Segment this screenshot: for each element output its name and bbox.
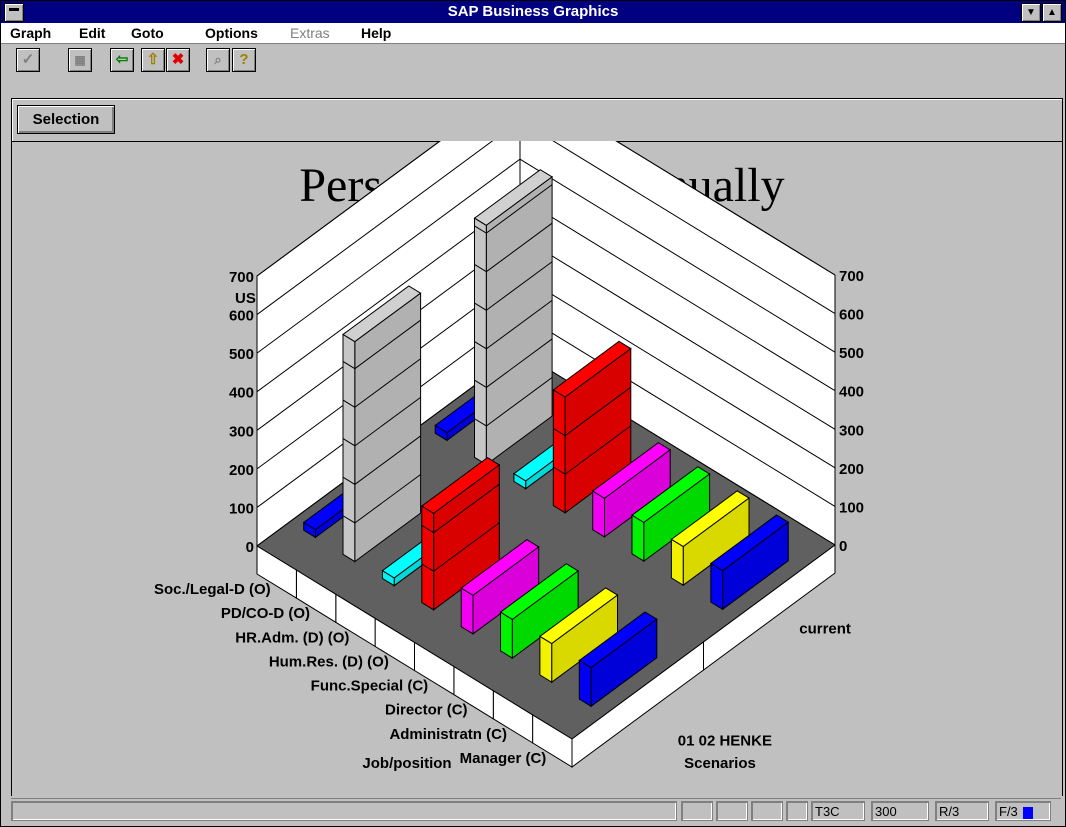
z-tick-label: 200 bbox=[229, 462, 254, 479]
bar-face-front bbox=[710, 562, 724, 611]
menu-extras[interactable]: Extras bbox=[290, 25, 330, 41]
status-field-1 bbox=[681, 801, 713, 821]
chart-svg: Personnel costs Annually USD (Thousands)… bbox=[154, 81, 864, 772]
menu-bar: Graph Edit Goto Options Extras Help bbox=[1, 23, 1065, 44]
z-tick-label: 100 bbox=[229, 500, 254, 517]
status-indicator-icon bbox=[1023, 806, 1034, 819]
help-icon[interactable]: ? bbox=[232, 48, 256, 72]
selection-button[interactable]: Selection bbox=[17, 105, 115, 134]
bar-face-front bbox=[342, 333, 356, 563]
z-tick-label: 0 bbox=[839, 538, 847, 555]
title-bar: ▬ SAP Business Graphics ▼ ▲ bbox=[1, 1, 1065, 23]
bar-face-front bbox=[552, 389, 566, 514]
back-arrow-icon[interactable]: ⇦ bbox=[110, 48, 134, 72]
bar-face-front bbox=[421, 505, 435, 611]
find-icon[interactable]: ⌕ bbox=[206, 48, 230, 72]
chart-area: Personnel costs Annually USD (Thousands)… bbox=[11, 81, 1063, 796]
z-tick-label: 700 bbox=[839, 268, 864, 285]
status-field-4 bbox=[786, 801, 808, 821]
category-label: Soc./Legal-D (O) bbox=[154, 581, 271, 598]
minimize-button[interactable]: ▼ bbox=[1021, 3, 1041, 22]
category-label: Manager (C) bbox=[460, 750, 547, 767]
bar-face-front bbox=[592, 490, 605, 538]
z-tick-label: 500 bbox=[229, 346, 254, 363]
app-window: ▬ SAP Business Graphics ▼ ▲ Graph Edit G… bbox=[0, 0, 1066, 827]
status-system: R/3 bbox=[935, 801, 989, 821]
cancel-icon[interactable]: ✖ bbox=[166, 48, 190, 72]
category-label: HR.Adm. (D) (O) bbox=[235, 629, 349, 646]
scenario-label: 01 02 HENKE bbox=[678, 733, 772, 750]
z-tick-label: 400 bbox=[229, 385, 254, 402]
status-field-3 bbox=[751, 801, 783, 821]
z-tick-label: 300 bbox=[229, 423, 254, 440]
check-icon[interactable]: ✓ bbox=[16, 48, 40, 72]
bar-6-1 bbox=[473, 169, 553, 466]
save-icon[interactable]: ▦ bbox=[68, 48, 92, 72]
z-tick-label: 100 bbox=[839, 499, 864, 516]
category-label: PD/CO-D (O) bbox=[221, 605, 310, 622]
bar-face-front bbox=[578, 659, 592, 708]
bar-face-front bbox=[670, 538, 684, 587]
z-tick-label: 700 bbox=[229, 269, 254, 286]
bar-face-front bbox=[539, 635, 553, 684]
category-label: Administratn (C) bbox=[389, 726, 507, 743]
window-title: SAP Business Graphics bbox=[447, 3, 619, 20]
y-axis-label: Scenarios bbox=[684, 755, 756, 772]
maximize-button[interactable]: ▲ bbox=[1042, 3, 1062, 22]
bar-face-right bbox=[485, 175, 553, 466]
category-label: Hum.Res. (D) (O) bbox=[269, 653, 389, 670]
application-toolbar: Selection bbox=[11, 98, 1063, 142]
menu-help[interactable]: Help bbox=[361, 25, 391, 41]
bar-face-front bbox=[474, 217, 487, 466]
bar-6-0 bbox=[342, 285, 422, 563]
bar-face-front bbox=[631, 514, 645, 562]
bar-face-front bbox=[460, 587, 474, 635]
bar-face-front bbox=[500, 611, 513, 659]
x-axis-label: Job/position bbox=[362, 755, 451, 772]
status-session: T3C bbox=[811, 801, 865, 821]
status-field-2 bbox=[716, 801, 748, 821]
category-label: Director (C) bbox=[385, 702, 468, 719]
z-tick-label: 600 bbox=[839, 307, 864, 324]
up-arrow-icon[interactable]: ⇧ bbox=[141, 48, 165, 72]
category-label: Func.Special (C) bbox=[311, 678, 429, 695]
z-tick-label: 0 bbox=[246, 539, 254, 556]
toolbar: ✓ ▦ ⇦ ⇧ ✖ ⌕ ? bbox=[1, 44, 1065, 94]
z-tick-label: 500 bbox=[839, 345, 864, 362]
scenario-label: current bbox=[799, 621, 851, 638]
menu-graph[interactable]: Graph bbox=[10, 25, 51, 41]
menu-edit[interactable]: Edit bbox=[79, 25, 105, 41]
z-tick-label: 400 bbox=[839, 384, 864, 401]
status-bar: T3C 300 R/3 F/3 bbox=[11, 798, 1061, 825]
status-client: 300 bbox=[871, 801, 929, 821]
status-message bbox=[11, 801, 677, 821]
z-tick-label: 200 bbox=[839, 461, 864, 478]
status-mode: F/3 bbox=[995, 801, 1051, 821]
status-mode-label: F/3 bbox=[999, 804, 1018, 819]
menu-options[interactable]: Options bbox=[205, 25, 258, 41]
z-tick-label: 300 bbox=[839, 422, 864, 439]
menu-goto[interactable]: Goto bbox=[131, 25, 164, 41]
z-tick-label: 600 bbox=[229, 308, 254, 325]
